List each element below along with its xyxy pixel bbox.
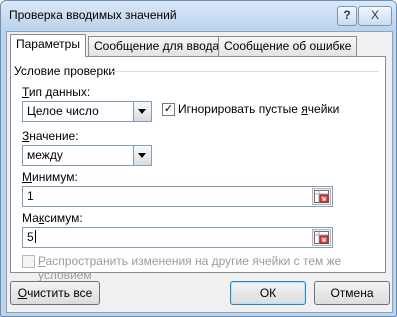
minimum-input[interactable]: 1 [22, 186, 333, 207]
data-validation-dialog: Проверка вводимых значений ? X Параметры… [0, 0, 397, 317]
tab-error-alert[interactable]: Сообщение об ошибке [218, 36, 358, 56]
help-button[interactable]: ? [337, 6, 357, 26]
dialog-title: Проверка вводимых значений [9, 8, 177, 22]
minimum-label: Минимум: [22, 170, 78, 184]
operator-label-rest: начение: [29, 129, 79, 143]
text-caret [34, 230, 36, 243]
ignore-blank-label-rest: чейки [307, 102, 340, 116]
data-type-label-rest: ип данных: [28, 85, 91, 99]
ignore-blank-label-part: Игнорировать пустые [178, 102, 302, 116]
data-type-value: Целое число [27, 104, 99, 118]
maximum-value-text: 5 [27, 230, 34, 244]
apply-all-checkbox[interactable] [22, 255, 35, 268]
operator-select[interactable]: между [22, 145, 152, 166]
data-type-label-accesskey: Т [22, 85, 29, 99]
settings-panel: Условие проверки Тип данных: Целое число… [10, 56, 386, 282]
tab-settings[interactable]: Параметры [10, 34, 86, 57]
cancel-button[interactable]: Отмена [314, 281, 390, 305]
operator-label: Значение: [22, 129, 79, 143]
ignore-blank-checkbox[interactable]: ✓ [162, 103, 175, 116]
maximum-label-part: Ма [22, 211, 39, 225]
maximum-value: 5 [27, 230, 36, 244]
group-divider [111, 71, 379, 72]
minimum-label-accesskey: М [22, 170, 32, 184]
maximum-label-rest: симум: [44, 211, 83, 225]
chevron-down-icon[interactable] [133, 146, 151, 165]
apply-all-label-rest: аспространить изменения на другие ячейки… [38, 254, 342, 282]
chevron-down-icon[interactable] [133, 102, 151, 121]
dialog-client-area: Параметры Сообщение для ввода Сообщение … [6, 31, 393, 313]
minimum-value: 1 [27, 189, 34, 203]
title-bar[interactable]: Проверка вводимых значений ? X [1, 1, 396, 29]
apply-all-label-accesskey: Р [38, 254, 46, 268]
apply-all-label: Распространить изменения на другие ячейк… [38, 254, 385, 282]
checkmark-icon: ✓ [163, 103, 174, 115]
maximum-input[interactable]: 5 [22, 227, 333, 248]
clear-all-label-rest: чистить все [27, 286, 93, 300]
collapse-dialog-icon[interactable] [312, 188, 331, 205]
validation-criteria-heading: Условие проверки [14, 64, 116, 78]
maximum-label: Максимум: [22, 211, 83, 225]
tab-input-message[interactable]: Сообщение для ввода [88, 36, 226, 56]
ignore-blank-label: Игнорировать пустые ячейки [178, 102, 339, 116]
collapse-dialog-icon[interactable] [312, 229, 331, 246]
clear-all-accesskey: О [17, 286, 28, 300]
minimum-label-rest: инимум: [32, 170, 78, 184]
ok-button[interactable]: ОК [230, 281, 306, 305]
operator-value: между [27, 148, 63, 162]
data-type-select[interactable]: Целое число [22, 101, 152, 122]
close-button[interactable]: X [358, 6, 392, 26]
clear-all-button[interactable]: Очистить все [10, 281, 100, 305]
data-type-label: Тип данных: [22, 85, 90, 99]
